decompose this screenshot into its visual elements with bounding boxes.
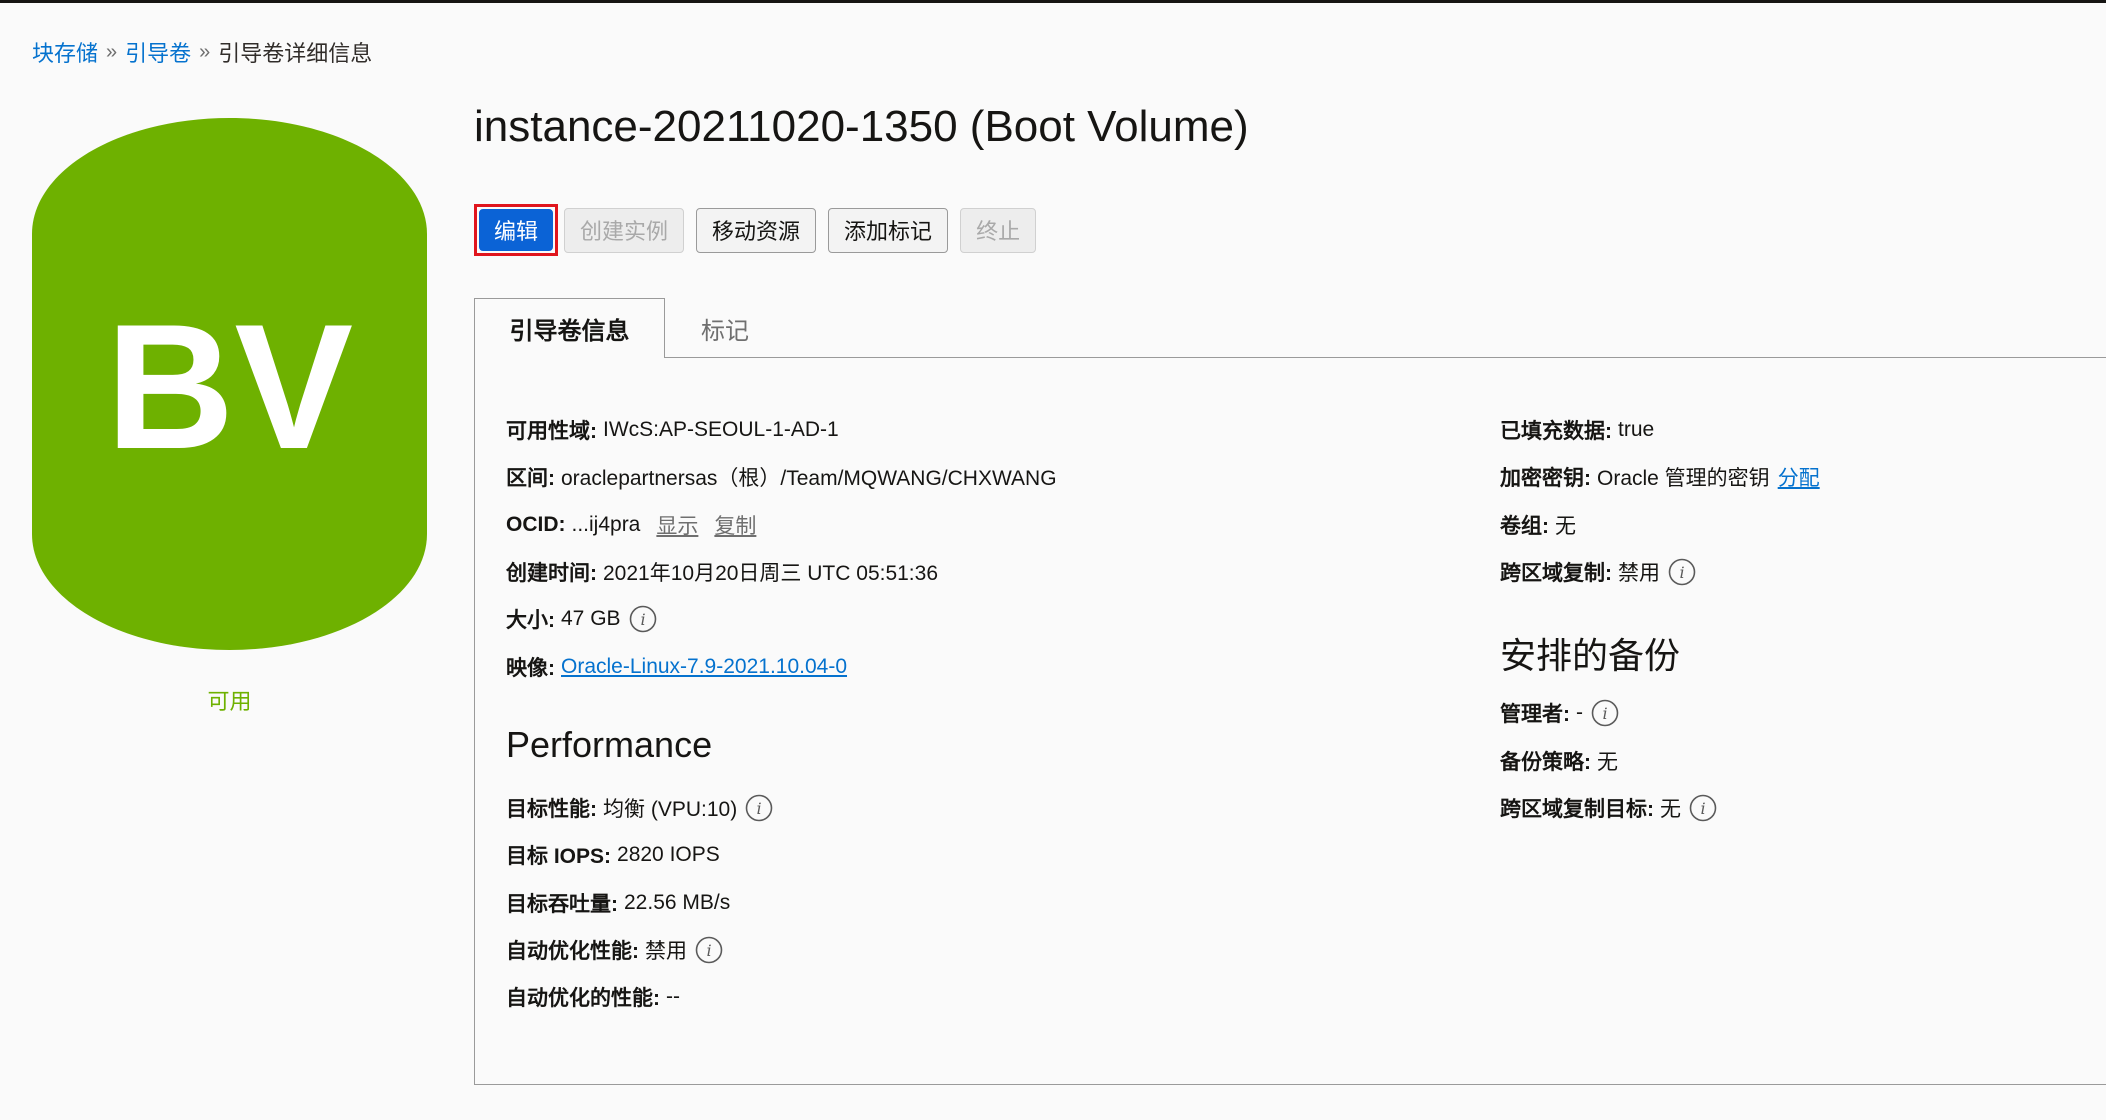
field-label: 目标 IOPS: <box>506 845 612 868</box>
breadcrumb: 块存储 » 引导卷 » 引导卷详细信息 <box>32 36 372 68</box>
field-label: 目标吞吐量: <box>506 893 618 916</box>
breadcrumb-current: 引导卷详细信息 <box>218 41 373 66</box>
field-value: 无 <box>1555 515 1576 538</box>
field-value: -- <box>666 985 680 1008</box>
info-icon[interactable]: i <box>695 936 723 964</box>
availability-domain-field: 可用性域: IWcS:AP-SEOUL-1-AD-1 <box>506 415 839 445</box>
size-field: 大小: 47 GB i <box>506 604 657 634</box>
field-value: 22.56 MB/s <box>624 891 731 914</box>
svg-text:i: i <box>640 610 645 629</box>
field-label: 区间: <box>506 467 555 490</box>
svg-text:i: i <box>1700 799 1705 818</box>
breadcrumb-link-boot-volumes[interactable]: 引导卷 <box>125 36 191 68</box>
compartment-field: 区间: oraclepartnersas（根）/Team/MQWANG/CHXW… <box>506 462 1057 492</box>
field-value: 2820 IOPS <box>617 843 720 866</box>
ocid-show-link[interactable]: 显示 <box>656 510 698 540</box>
backup-policy-field: 备份策略: 无 <box>1500 746 1618 776</box>
created-field: 创建时间: 2021年10月20日周三 UTC 05:51:36 <box>506 557 938 587</box>
field-label: 跨区域复制目标: <box>1500 798 1654 821</box>
encryption-key-field: 加密密钥: Oracle 管理的密钥 分配 <box>1500 462 1820 492</box>
field-label: OCID: <box>506 513 566 536</box>
create-instance-button[interactable]: 创建实例 <box>564 207 685 253</box>
status-badge: 可用 <box>207 689 252 714</box>
info-icon[interactable]: i <box>745 794 773 822</box>
field-label: 自动优化性能: <box>506 940 639 963</box>
action-toolbar: 编辑 创建实例 移动资源 添加标记 终止 <box>474 204 1048 256</box>
target-performance-field: 目标性能: 均衡 (VPU:10) i <box>506 793 773 823</box>
field-label: 大小: <box>506 609 555 632</box>
top-border <box>0 0 2106 3</box>
volume-icon-text: BV <box>106 287 353 486</box>
image-field: 映像: Oracle-Linux-7.9-2021.10.04-0 <box>506 652 847 682</box>
field-label: 跨区域复制: <box>1500 562 1612 585</box>
field-value: - <box>1576 701 1583 724</box>
field-label: 自动优化的性能: <box>506 987 660 1010</box>
breadcrumb-separator: » <box>199 40 211 63</box>
field-label: 映像: <box>506 657 555 680</box>
breadcrumb-separator: » <box>106 40 118 63</box>
field-value: ...ij4pra <box>571 513 641 536</box>
field-label: 可用性域: <box>506 420 597 443</box>
info-icon[interactable]: i <box>1689 794 1717 822</box>
target-throughput-field: 目标吞吐量: 22.56 MB/s <box>506 888 730 918</box>
ocid-field: OCID: ...ij4pra 显示 复制 <box>506 510 756 540</box>
svg-text:i: i <box>757 799 762 818</box>
boot-volume-icon: BV <box>32 118 427 650</box>
field-value: 无 <box>1660 798 1681 821</box>
field-value: 2021年10月20日周三 UTC 05:51:36 <box>603 562 939 585</box>
field-value: IWcS:AP-SEOUL-1-AD-1 <box>603 418 839 441</box>
field-value: oraclepartnersas（根）/Team/MQWANG/CHXWANG <box>561 467 1057 490</box>
field-value: 禁用 <box>1618 562 1660 585</box>
field-value: true <box>1618 418 1655 441</box>
field-label: 卷组: <box>1500 515 1549 538</box>
field-label: 加密密钥: <box>1500 467 1591 490</box>
auto-tune-field: 自动优化性能: 禁用 i <box>506 935 723 965</box>
add-tags-button[interactable]: 添加标记 <box>828 207 949 253</box>
tab-tags[interactable]: 标记 <box>665 298 785 358</box>
ocid-copy-link[interactable]: 复制 <box>714 510 756 540</box>
edit-button-highlight: 编辑 <box>474 204 559 256</box>
page-title: instance-20211020-1350 (Boot Volume) <box>474 102 1249 151</box>
volume-group-field: 卷组: 无 <box>1500 510 1576 540</box>
hydrated-field: 已填充数据: true <box>1500 415 1654 445</box>
info-icon[interactable]: i <box>1668 558 1696 586</box>
target-iops-field: 目标 IOPS: 2820 IOPS <box>506 840 720 870</box>
field-label: 目标性能: <box>506 798 597 821</box>
field-label: 管理者: <box>1500 703 1570 726</box>
auto-tuned-field: 自动优化的性能: -- <box>506 982 680 1012</box>
field-value: 47 GB <box>561 607 621 630</box>
field-label: 备份策略: <box>1500 751 1591 774</box>
tab-bar: 引导卷信息 标记 <box>474 298 2106 358</box>
svg-text:i: i <box>1602 704 1607 723</box>
cross-region-replication-field: 跨区域复制: 禁用 i <box>1500 557 1696 587</box>
field-label: 已填充数据: <box>1500 420 1612 443</box>
field-value: 无 <box>1597 751 1618 774</box>
terminate-button[interactable]: 终止 <box>960 207 1037 253</box>
assign-key-link[interactable]: 分配 <box>1778 462 1820 492</box>
info-icon[interactable]: i <box>629 605 657 633</box>
cross-region-target-field: 跨区域复制目标: 无 i <box>1500 793 1717 823</box>
backup-manager-field: 管理者: - i <box>1500 698 1619 728</box>
info-icon[interactable]: i <box>1591 699 1619 727</box>
svg-text:i: i <box>706 941 711 960</box>
move-resource-button[interactable]: 移动资源 <box>696 207 817 253</box>
field-value: 均衡 (VPU:10) <box>603 798 738 821</box>
field-value: Oracle 管理的密钥 <box>1597 467 1770 490</box>
field-value: 禁用 <box>645 940 687 963</box>
field-label: 创建时间: <box>506 562 597 585</box>
image-link[interactable]: Oracle-Linux-7.9-2021.10.04-0 <box>561 655 847 679</box>
svg-text:i: i <box>1679 563 1684 582</box>
breadcrumb-link-block-storage[interactable]: 块存储 <box>32 36 98 68</box>
scheduled-backups-heading: 安排的备份 <box>1500 635 1681 676</box>
edit-button[interactable]: 编辑 <box>479 209 554 251</box>
performance-heading: Performance <box>506 724 713 765</box>
tab-boot-volume-info[interactable]: 引导卷信息 <box>474 298 665 358</box>
